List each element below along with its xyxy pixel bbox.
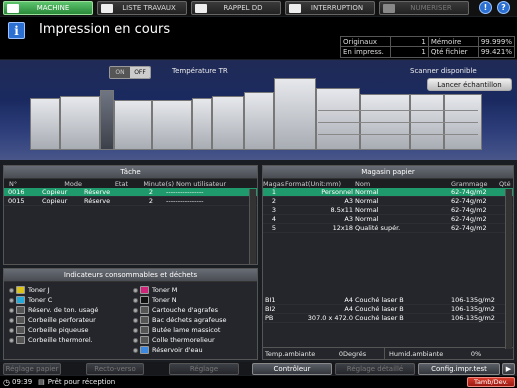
status-dot-icon [9,327,14,333]
toner-icon [140,286,149,294]
machine-icon [7,4,19,13]
job-panel-title: Tâche [4,166,257,179]
scanner-status: Scanner disponible [410,67,477,75]
consumable-item[interactable]: Réserv. de ton. usagé [9,305,98,315]
job-table-header: N° Mode Etat Minute(s) Nom utilisateur [4,179,257,188]
controller-button[interactable]: Contrôleur [252,363,332,375]
punch-bin-icon [16,316,25,324]
paper-tray-row[interactable]: 4 A3 Normal 62-74g/m2 [263,215,513,224]
job-panel: Tâche N° Mode Etat Minute(s) Nom utilisa… [3,165,258,265]
consumable-item[interactable]: Corbeille piqueuse [9,325,88,335]
test-print-config-button[interactable]: Config.impr.test [418,363,500,375]
status-bar: ◷ 09:39 ▤ Prêt pour réception [0,376,517,388]
waste-toner-icon [16,306,25,314]
launch-sample-button[interactable]: Lancer échantillon [427,78,512,91]
printer-icon: ▤ [38,378,45,386]
paper-tray-row[interactable]: PB 307.0 x 472.0 Couché laser B 106-135g… [263,314,506,323]
status-dot-icon [9,297,14,303]
status-dot-icon [133,347,138,353]
clock-time: 09:39 [11,378,33,386]
counters-box: Originaux 1 Mémoire 99.999% En impress. … [340,36,515,58]
consumable-item[interactable]: Cartouche d'agrafes [133,305,218,315]
consumables-panel: Indicateurs consommables et déchets Tone… [3,268,258,360]
consumable-item[interactable]: Toner J [9,285,50,295]
toner-icon [16,286,25,294]
consumable-item[interactable]: Toner M [133,285,177,295]
clock-icon: ◷ [3,377,10,387]
info-icon[interactable]: ! [479,1,492,14]
status-message: Prêt pour réception [47,378,116,386]
consumable-item[interactable]: Corbeille thermorel. [9,335,93,345]
adjustment-button[interactable]: Réglage [169,363,239,375]
status-dot-icon [133,307,138,313]
consumable-item[interactable]: Colle thermorelieur [133,335,215,345]
staple-waste-icon [140,316,149,324]
status-dot-icon [133,317,138,323]
water-tank-icon [140,346,149,354]
detailed-setting-button[interactable]: Réglage détaillé [335,363,415,375]
paper-tray-row[interactable]: 3 8.5x11 Normal 62-74g/m2 [263,206,513,215]
consumable-item[interactable]: Réservoir d'eau [133,345,203,355]
status-dot-icon [133,327,138,333]
job-scrollbar[interactable] [249,189,256,264]
tab-machine[interactable]: MACHINE [3,1,93,15]
paper-panel-title: Magasin papier [263,166,513,179]
help-icon[interactable]: ? [497,1,510,14]
paper-tray-row[interactable]: BI1 A4 Couché laser B 106-135g/m2 [263,296,506,305]
status-dot-icon [133,297,138,303]
info-status-icon: i [8,22,25,39]
temperature-label: Température TR [172,67,228,75]
tab-hdd-recall[interactable]: RAPPEL DD [191,1,281,15]
paper-panel: Magasin papier Magas. Format(Unit:mm) No… [262,165,514,360]
temperature-toggle[interactable]: ON OFF [109,66,151,79]
consumable-item[interactable]: Toner N [133,295,177,305]
toner-icon [16,296,25,304]
staple-cartridge-icon [140,306,149,314]
paper-tray-row[interactable]: 5 12x18 Qualité supér. 62-74g/m2 [263,224,513,233]
job-row[interactable]: 0016 Copieur Réserve 2 ---------------- [4,188,257,197]
status-dot-icon [133,287,138,293]
status-dot-icon [133,337,138,343]
hdd-icon [195,4,207,13]
machine-status-area: ON OFF Température TR Scanner disponible… [0,60,517,160]
scan-icon [383,4,395,13]
tab-job-list[interactable]: LISTE TRAVAUX [97,1,187,15]
duplex-button[interactable]: Recto-verso [86,363,144,375]
consumable-item[interactable]: Butée lame massicot [133,325,220,335]
consumable-item[interactable]: Bac déchets agrafeuse [133,315,226,325]
paper-scrollbar[interactable] [505,189,512,349]
inserter-trays: BI1 A4 Couché laser B 106-135g/m2 BI2 A4… [263,296,506,323]
paper-setting-button[interactable]: Réglage papier [3,363,61,375]
tab-numeriser[interactable]: NUMERISER [379,1,469,15]
consumables-title: Indicateurs consommables et déchets [4,269,257,282]
consumable-item[interactable]: Corbeille perforateur [9,315,96,325]
glue-icon [140,336,149,344]
tab-interruption[interactable]: INTERRUPTION [285,1,375,15]
header: i Impression en cours Originaux 1 Mémoir… [0,17,517,59]
top-tab-bar: MACHINE LISTE TRAVAUX RAPPEL DD INTERRUP… [0,0,517,16]
status-dot-icon [9,337,14,343]
status-dot-icon [9,317,14,323]
toner-icon [140,296,149,304]
consumable-item[interactable]: Toner C [9,295,52,305]
next-arrow-icon[interactable]: ▶ [502,363,515,375]
paper-table-header: Magas. Format(Unit:mm) Nom Grammage Qté [263,179,513,188]
paper-tray-row[interactable]: 2 A3 Normal 62-74g/m2 [263,197,513,206]
paper-tray-row[interactable]: BI2 A4 Couché laser B 106-135g/m2 [263,305,506,314]
page-title: Impression en cours [39,22,171,37]
status-dot-icon [9,307,14,313]
paper-tray-row[interactable]: 1 Personnel Normal 62-74g/m2 [263,188,513,197]
interrupt-icon [289,4,301,13]
tamb-dev-badge[interactable]: Tamb/Dev. [467,377,515,387]
status-dot-icon [9,287,14,293]
bottom-button-bar: Réglage papier Recto-verso Réglage Contr… [0,362,517,375]
list-icon [101,4,113,13]
trimmer-blade-icon [140,326,149,334]
job-row[interactable]: 0015 Copieur Réserve 2 ---------------- [4,197,257,206]
ambient-bar: Temp.ambiante 0Degrés Humid.ambiante 0% [263,347,513,359]
binder-bin-icon [16,336,25,344]
staple-bin-icon [16,326,25,334]
